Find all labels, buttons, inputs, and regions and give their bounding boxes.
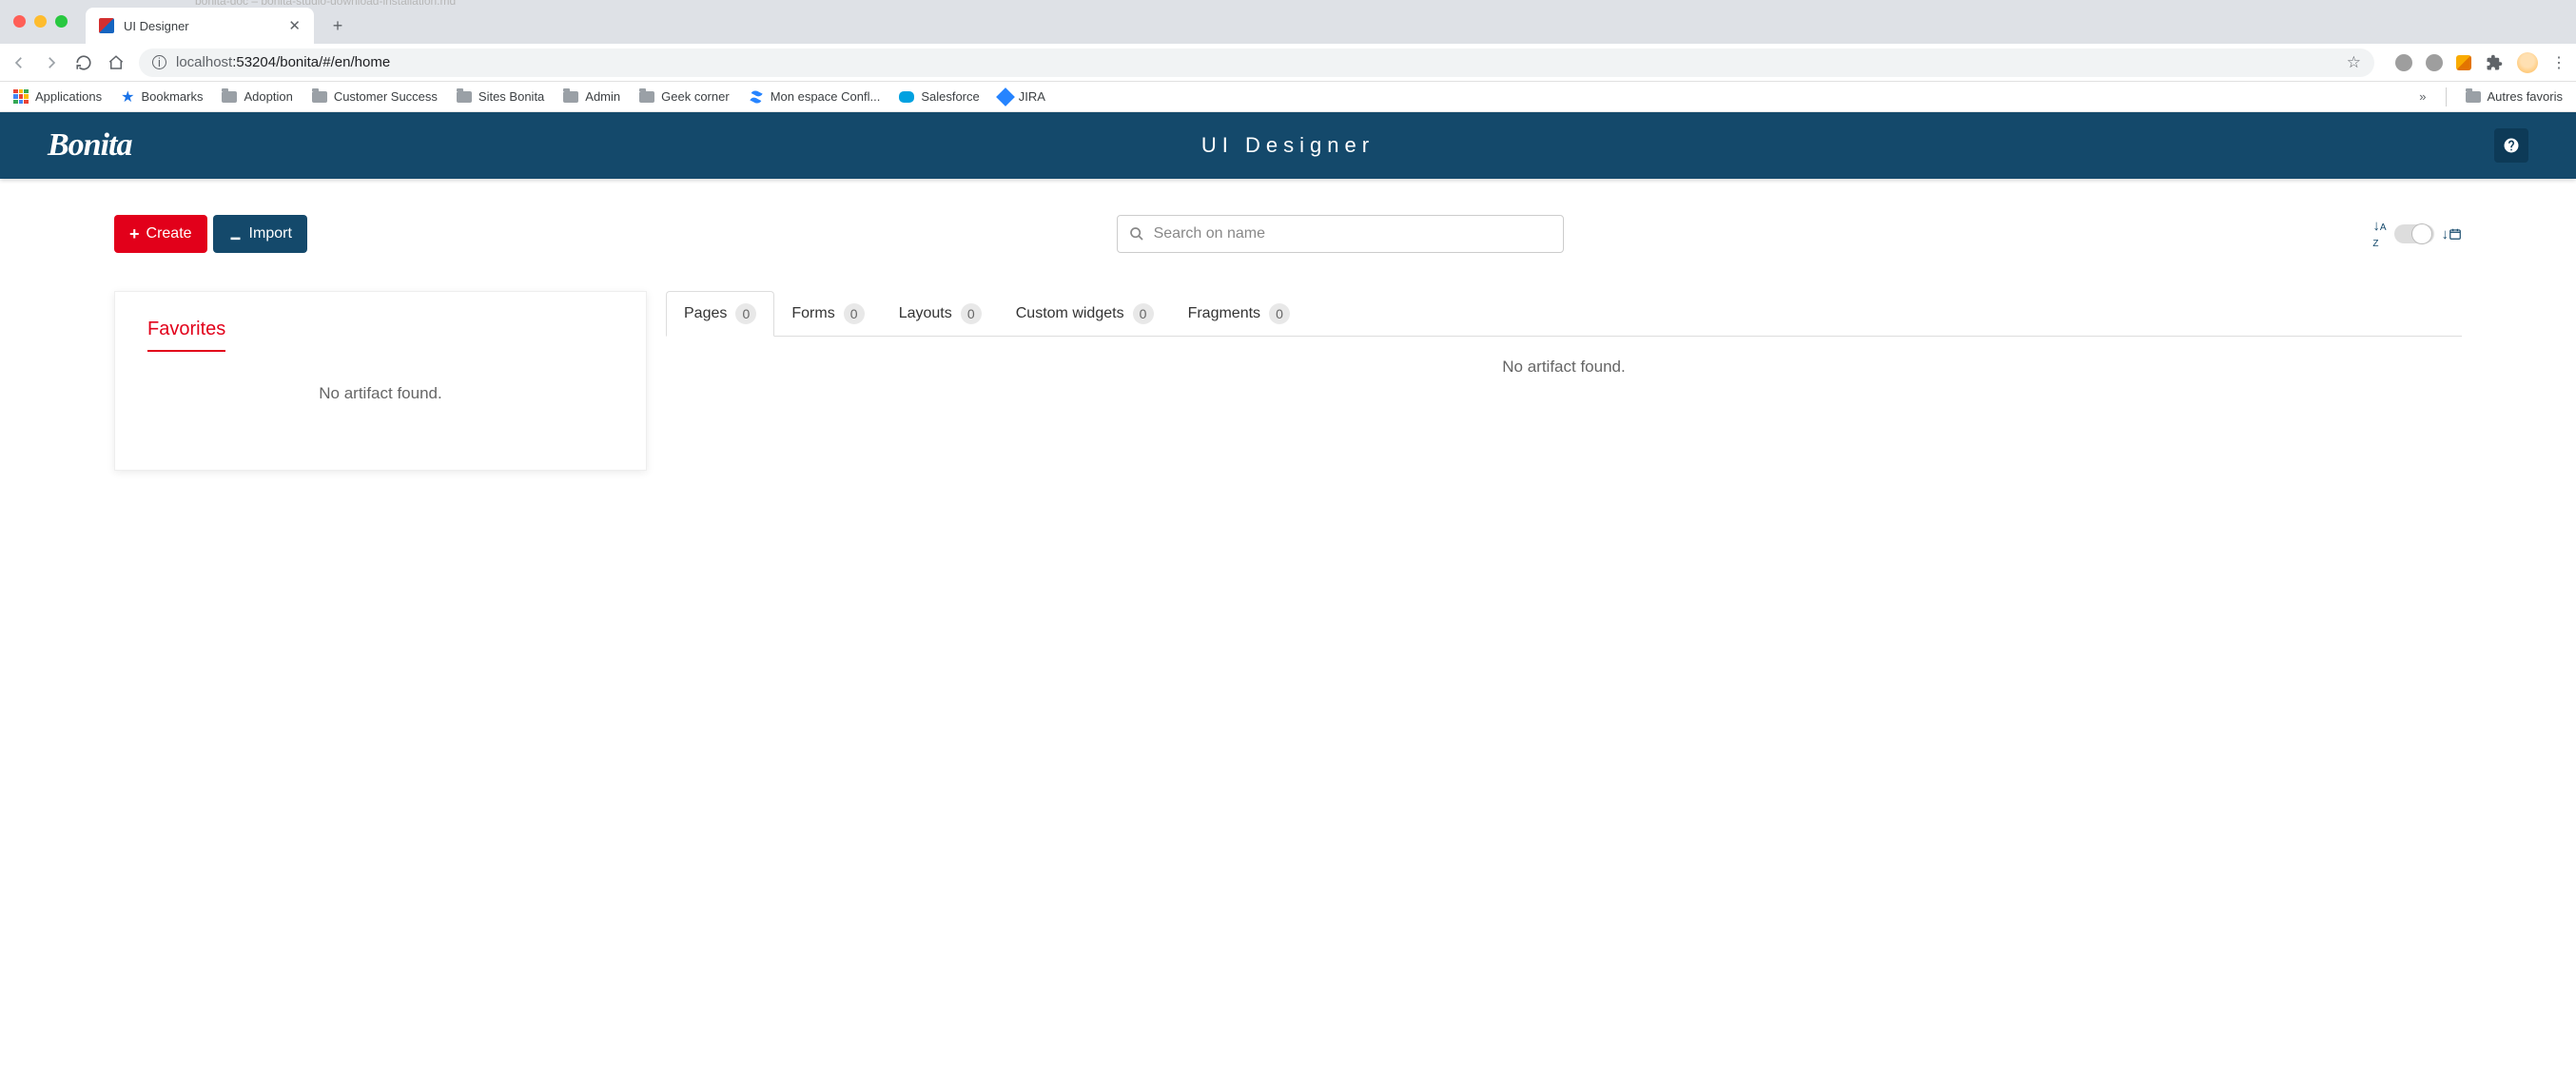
bookmarks-overflow-icon[interactable]: »	[2419, 89, 2426, 104]
action-row: + Create Import ↓AZ ↓	[114, 215, 2462, 253]
reload-button[interactable]	[74, 53, 93, 72]
browser-tab-active[interactable]: UI Designer ✕	[86, 8, 314, 44]
minimize-window-button[interactable]	[34, 15, 47, 28]
bookmark-jira[interactable]: JIRA	[999, 89, 1045, 104]
bookmark-sites-bonita[interactable]: Sites Bonita	[457, 89, 544, 104]
search-box[interactable]	[1117, 215, 1564, 253]
browser-chrome: bonita-doc – bonita-studio-download-inst…	[0, 0, 2576, 112]
jira-icon	[996, 87, 1015, 106]
tab-fragments[interactable]: Fragments 0	[1171, 291, 1307, 336]
salesforce-icon	[899, 91, 914, 103]
app-header: Bonita UI Designer	[0, 112, 2576, 179]
artifact-tabs: Pages 0 Forms 0 Layouts 0 Custom widgets…	[666, 291, 2462, 337]
import-icon	[228, 227, 243, 242]
favorites-panel: Favorites No artifact found.	[114, 291, 647, 471]
tab-custom-widgets[interactable]: Custom widgets 0	[999, 291, 1171, 336]
bookmark-geek-corner[interactable]: Geek corner	[639, 89, 730, 104]
bookmark-apps[interactable]: Applications	[13, 89, 102, 105]
divider	[2446, 87, 2447, 106]
close-window-button[interactable]	[13, 15, 26, 28]
count-badge: 0	[1269, 303, 1290, 324]
bookmarks-bar: Applications ★ Bookmarks Adoption Custom…	[0, 82, 2576, 112]
browser-menu-icon[interactable]: ⋮	[2551, 53, 2566, 72]
maximize-window-button[interactable]	[55, 15, 68, 28]
main-content: + Create Import ↓AZ ↓ Favorites No artif…	[0, 179, 2576, 509]
background-tab-text: bonita-doc – bonita-studio-download-inst…	[195, 0, 456, 8]
folder-icon	[2466, 91, 2481, 103]
help-button[interactable]	[2494, 128, 2528, 163]
search-icon	[1129, 226, 1144, 242]
sort-date-icon[interactable]: ↓	[2442, 226, 2463, 242]
folder-icon	[312, 91, 327, 103]
window-controls	[13, 15, 68, 28]
favorites-title: Favorites	[147, 319, 225, 352]
tab-title: UI Designer	[124, 19, 279, 33]
address-bar[interactable]: i localhost:53204/bonita/#/en/home ☆	[139, 48, 2374, 77]
extension-icons: ⋮	[2388, 52, 2566, 73]
favorites-empty-message: No artifact found.	[147, 384, 614, 403]
app-title: UI Designer	[1201, 133, 1375, 158]
profile-avatar[interactable]	[2517, 52, 2538, 73]
plus-icon: +	[129, 224, 140, 244]
import-button[interactable]: Import	[213, 215, 307, 253]
browser-toolbar: i localhost:53204/bonita/#/en/home ☆ ⋮	[0, 44, 2576, 82]
folder-icon	[222, 91, 237, 103]
extension-icon-2[interactable]	[2426, 54, 2443, 71]
folder-icon	[457, 91, 472, 103]
bookmark-star-icon[interactable]: ☆	[2347, 53, 2361, 72]
forward-button[interactable]	[42, 53, 61, 72]
tab-pages[interactable]: Pages 0	[666, 291, 774, 337]
folder-icon	[563, 91, 578, 103]
sort-controls: ↓AZ ↓	[2372, 218, 2462, 250]
bookmark-other-favorites[interactable]: Autres favoris	[2466, 89, 2563, 104]
new-tab-button[interactable]: +	[323, 11, 352, 40]
create-button[interactable]: + Create	[114, 215, 207, 253]
star-icon: ★	[121, 87, 134, 106]
close-tab-icon[interactable]: ✕	[288, 17, 301, 34]
bonita-logo[interactable]: Bonita	[48, 127, 131, 164]
bookmark-adoption[interactable]: Adoption	[222, 89, 292, 104]
extension-icon-3[interactable]	[2456, 55, 2471, 70]
main-columns: Favorites No artifact found. Pages 0 For…	[114, 291, 2462, 471]
site-info-icon[interactable]: i	[152, 55, 166, 69]
apps-grid-icon	[13, 89, 29, 105]
count-badge: 0	[1133, 303, 1154, 324]
count-badge: 0	[844, 303, 865, 324]
tab-strip: bonita-doc – bonita-studio-download-inst…	[0, 0, 2576, 44]
extension-icon-1[interactable]	[2395, 54, 2412, 71]
tab-content-empty-message: No artifact found.	[666, 337, 2462, 397]
artifacts-panel: Pages 0 Forms 0 Layouts 0 Custom widgets…	[666, 291, 2462, 397]
bookmark-admin[interactable]: Admin	[563, 89, 620, 104]
tab-layouts[interactable]: Layouts 0	[882, 291, 999, 336]
search-input[interactable]	[1154, 225, 1551, 242]
bookmark-confluence[interactable]: Mon espace Confl...	[749, 89, 881, 105]
count-badge: 0	[735, 303, 756, 324]
sort-toggle[interactable]	[2394, 224, 2434, 243]
extensions-puzzle-icon[interactable]	[2485, 53, 2504, 72]
confluence-icon	[749, 89, 764, 105]
folder-icon	[639, 91, 654, 103]
tab-forms[interactable]: Forms 0	[774, 291, 881, 336]
url-text: localhost:53204/bonita/#/en/home	[176, 54, 390, 70]
sort-alpha-icon[interactable]: ↓AZ	[2372, 218, 2386, 250]
bookmark-salesforce[interactable]: Salesforce	[899, 89, 979, 104]
bookmark-bookmarks[interactable]: ★ Bookmarks	[121, 87, 203, 106]
tab-favicon	[99, 18, 114, 33]
back-button[interactable]	[10, 53, 29, 72]
home-button[interactable]	[107, 53, 126, 72]
bookmark-customer-success[interactable]: Customer Success	[312, 89, 438, 104]
help-icon	[2503, 137, 2520, 154]
count-badge: 0	[961, 303, 982, 324]
